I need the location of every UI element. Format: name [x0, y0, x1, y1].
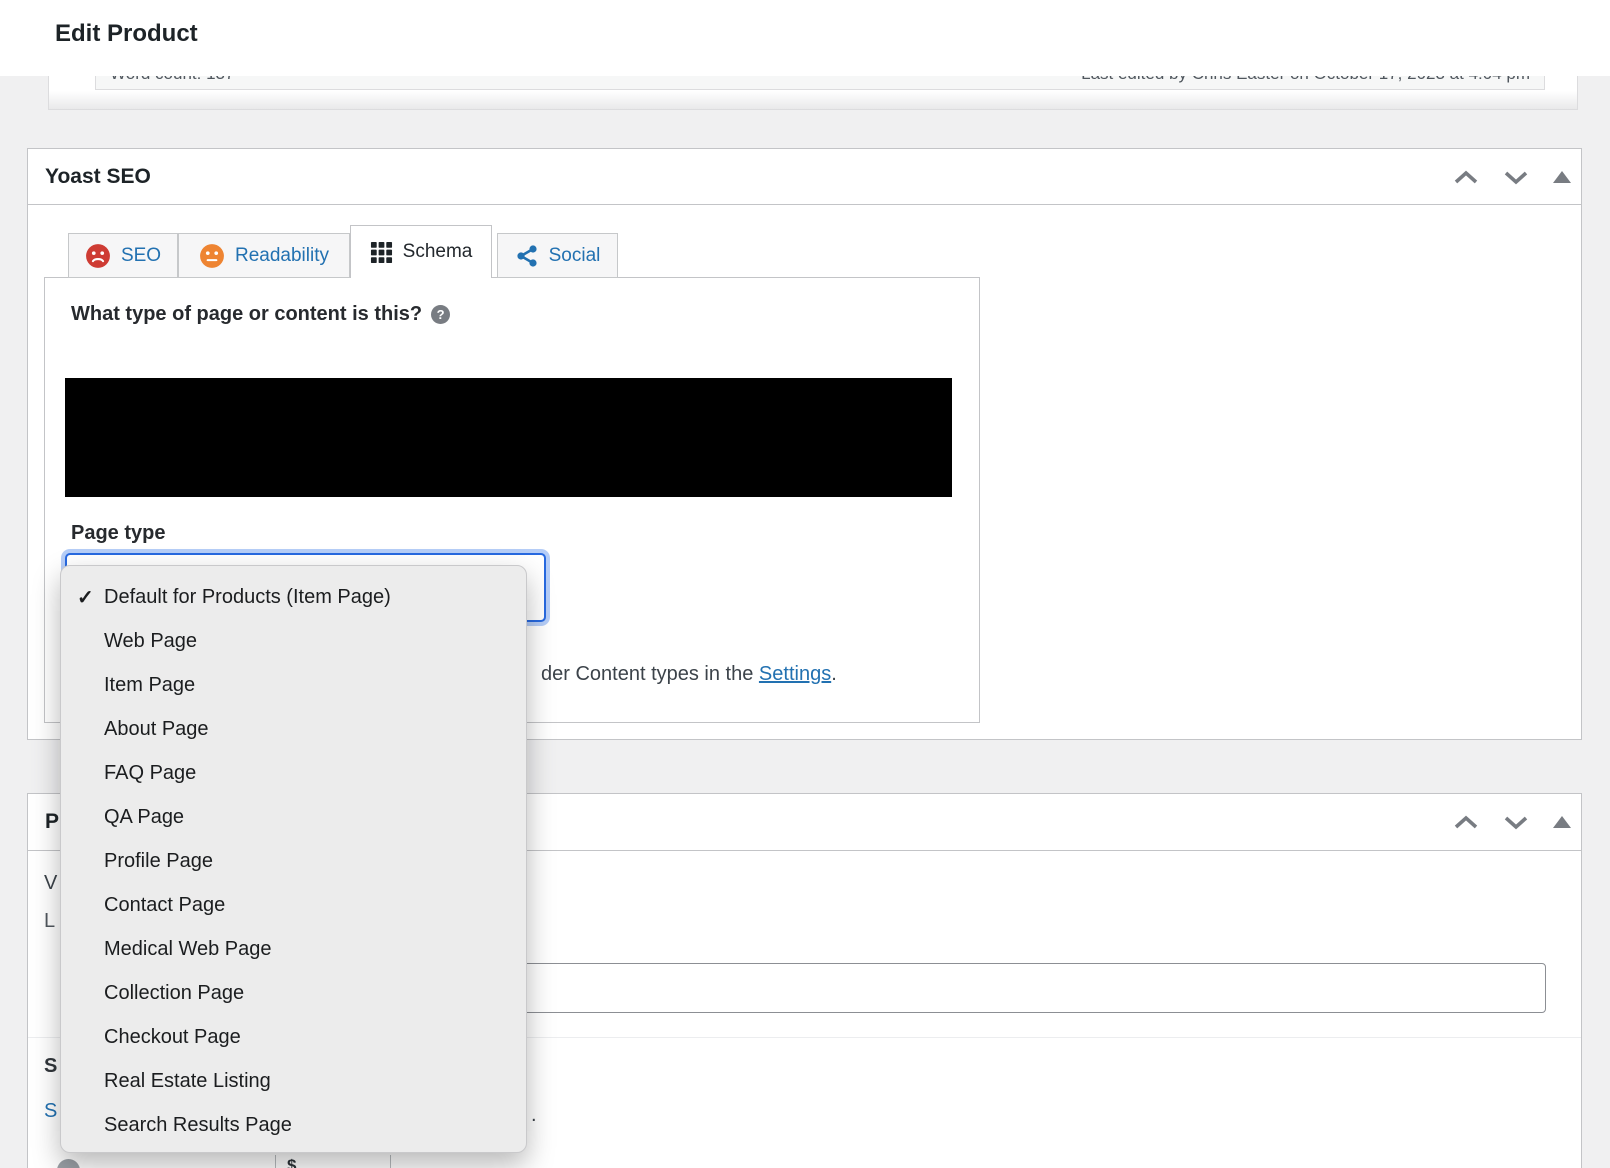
dropdown-option-label: FAQ Page: [104, 762, 196, 785]
tab-social-label: Social: [549, 245, 601, 267]
covered-label-fragment: L: [44, 910, 55, 933]
yoast-metabox-header: Yoast SEO: [28, 149, 1581, 205]
page-type-dropdown-menu: ✓Default for Products (Item Page) Web Pag…: [60, 565, 527, 1153]
collapse-triangle-icon: [1553, 171, 1571, 183]
page-type-label: Page type: [71, 522, 165, 545]
dropdown-option-label: About Page: [104, 718, 209, 741]
content-types-sentence: der Content types in the Settings.: [541, 663, 837, 686]
dropdown-option[interactable]: Contact Page: [61, 883, 526, 927]
readability-score-neutral-face-icon: [199, 243, 225, 269]
edit-product-screen: Word count: 137 Last edited by Chris Eas…: [0, 0, 1610, 1168]
dropdown-option[interactable]: FAQ Page: [61, 751, 526, 795]
redacted-content-block: [65, 378, 952, 497]
dropdown-option[interactable]: Profile Page: [61, 839, 526, 883]
dropdown-option-label: Checkout Page: [104, 1026, 241, 1049]
move-down-button[interactable]: [1503, 815, 1529, 830]
dropdown-option-label: Item Page: [104, 674, 195, 697]
dropdown-option-label: Medical Web Page: [104, 938, 272, 961]
collapse-triangle-icon: [1553, 816, 1571, 828]
covered-cell-fragment: $: [287, 1156, 296, 1168]
tab-readability-label: Readability: [235, 245, 329, 267]
toggle-panel-button[interactable]: [1553, 171, 1571, 183]
move-up-button[interactable]: [1453, 170, 1479, 185]
toggle-panel-button[interactable]: [1553, 816, 1571, 828]
tab-seo-label: SEO: [121, 245, 161, 267]
tab-schema-label: Schema: [403, 241, 473, 263]
yoast-metabox-title: Yoast SEO: [45, 165, 151, 189]
sentence-period: .: [831, 663, 837, 685]
page-title: Edit Product: [55, 20, 198, 48]
editor-resize-area[interactable]: [49, 91, 1577, 109]
dropdown-option[interactable]: About Page: [61, 707, 526, 751]
covered-link-fragment: S: [44, 1100, 57, 1123]
tab-schema[interactable]: Schema: [350, 225, 492, 278]
selected-checkmark-icon: ✓: [77, 585, 104, 610]
dropdown-option[interactable]: Real Estate Listing: [61, 1059, 526, 1103]
dropdown-option-label: Profile Page: [104, 850, 213, 873]
dropdown-option-label: Contact Page: [104, 894, 225, 917]
social-share-icon: [515, 244, 539, 268]
tab-readability[interactable]: Readability: [178, 233, 350, 278]
covered-label-fragment: V: [44, 872, 57, 895]
chevron-up-icon: [1453, 815, 1479, 830]
schema-question-row: What type of page or content is this? ?: [71, 303, 450, 326]
dropdown-option-label: Collection Page: [104, 982, 244, 1005]
tab-social[interactable]: Social: [497, 233, 618, 278]
schema-grid-icon: [370, 241, 393, 264]
dropdown-option[interactable]: Search Results Page: [61, 1103, 526, 1147]
dropdown-option-label: Default for Products (Item Page): [104, 586, 391, 609]
dropdown-option[interactable]: Checkout Page: [61, 1015, 526, 1059]
admin-header-band: [0, 0, 1610, 76]
dropdown-option[interactable]: Item Page: [61, 663, 526, 707]
chevron-down-icon: [1503, 815, 1529, 830]
dropdown-option-label: QA Page: [104, 806, 184, 829]
covered-section-fragment: S: [44, 1055, 57, 1078]
chevron-up-icon: [1453, 170, 1479, 185]
settings-link[interactable]: Settings: [759, 663, 831, 685]
table-column-border: [275, 1155, 276, 1168]
sentence-fragment: der Content types in the: [541, 663, 759, 685]
table-column-border: [390, 1155, 391, 1168]
dropdown-option-label: Real Estate Listing: [104, 1070, 271, 1093]
dropdown-option[interactable]: Collection Page: [61, 971, 526, 1015]
dropdown-option[interactable]: QA Page: [61, 795, 526, 839]
schema-question-heading: What type of page or content is this?: [71, 303, 422, 326]
page-type-dropdown-options: ✓Default for Products (Item Page) Web Pag…: [61, 575, 526, 1147]
chevron-down-icon: [1503, 170, 1529, 185]
move-down-button[interactable]: [1503, 170, 1529, 185]
lower-metabox-title: P: [45, 810, 59, 834]
move-up-button[interactable]: [1453, 815, 1479, 830]
help-icon[interactable]: ?: [431, 305, 450, 324]
seo-score-sad-face-icon: [85, 243, 111, 269]
covered-sentence-period: .: [531, 1104, 537, 1127]
dropdown-option[interactable]: ✓Default for Products (Item Page): [61, 575, 526, 619]
dropdown-option[interactable]: Web Page: [61, 619, 526, 663]
tab-seo[interactable]: SEO: [68, 233, 178, 278]
dropdown-option-label: Web Page: [104, 630, 197, 653]
dropdown-option-label: Search Results Page: [104, 1114, 292, 1137]
dropdown-option[interactable]: Medical Web Page: [61, 927, 526, 971]
